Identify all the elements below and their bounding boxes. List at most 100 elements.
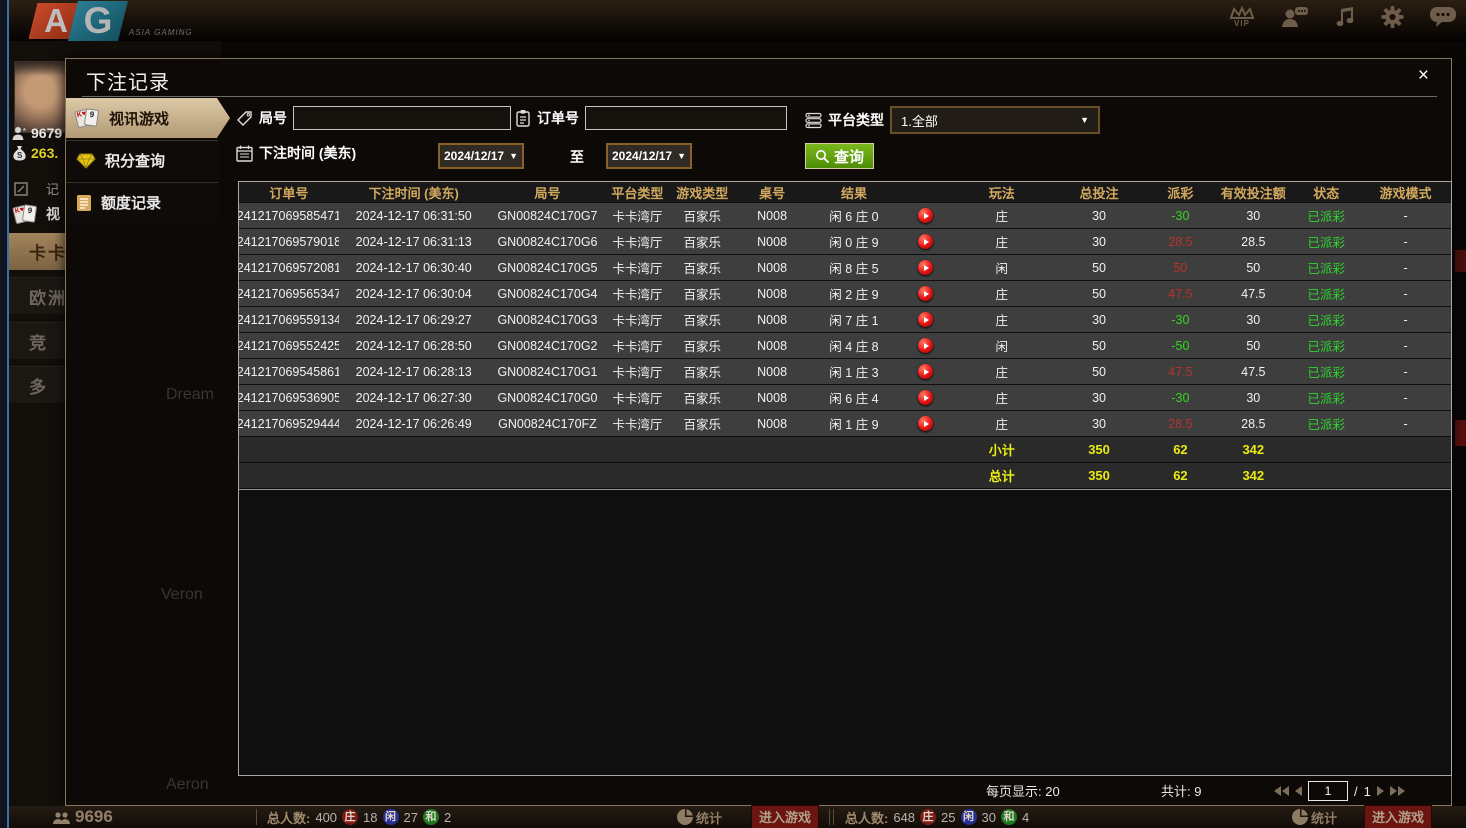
table-row: 241217069565347 2024-12-17 06:30:04 GN0082… — [239, 281, 1451, 306]
date-to-picker[interactable]: 2024/12/17 ▼ — [606, 143, 692, 169]
table-cell: GN00824C170G0 — [497, 390, 598, 405]
avatar[interactable] — [14, 61, 67, 133]
stats-button-right[interactable]: 统计 — [1292, 806, 1337, 828]
table-cell: GN00824C170G1 — [497, 364, 598, 379]
customer-service-icon[interactable] — [1281, 6, 1309, 28]
table-cell: 庄 — [995, 418, 1008, 432]
table-cell: 30 — [1246, 312, 1261, 327]
close-icon[interactable]: × — [1412, 65, 1435, 87]
betting-records-modal: 下注记录 × K♥ 9 视讯游戏 积分查询 额度记录 Dream Veron A… — [65, 58, 1452, 806]
tab-video-games[interactable]: K♥ 9 视讯游戏 — [66, 98, 230, 138]
table-cell: 已派彩 — [1307, 418, 1345, 432]
round-label: 局号 — [259, 110, 287, 126]
table-cell: 已派彩 — [1307, 262, 1345, 276]
table-cell: 百家乐 — [683, 288, 721, 302]
summary-cell — [489, 437, 607, 462]
table-cell: N008 — [757, 338, 788, 353]
search-button[interactable]: 查询 — [805, 143, 875, 169]
music-icon[interactable] — [1335, 6, 1355, 28]
enter-game-right[interactable]: 进入游戏 — [1364, 805, 1433, 828]
table-cell: 卡卡湾厅 — [612, 418, 663, 432]
replay-play-icon[interactable] — [918, 312, 934, 327]
table-cell: 闲 — [995, 340, 1008, 354]
table-cell: 闲 — [995, 262, 1008, 276]
tab-points-query[interactable]: 积分查询 — [66, 140, 218, 180]
table-cell: 卡卡湾厅 — [612, 262, 663, 276]
summary-cell — [736, 437, 808, 462]
stats-button-left[interactable]: 统计 — [677, 806, 722, 828]
last-page-button[interactable] — [1389, 786, 1405, 796]
replay-play-icon[interactable] — [918, 390, 934, 405]
document-icon — [77, 194, 91, 211]
table-cell: 卡卡湾厅 — [612, 314, 663, 328]
replay-play-icon[interactable] — [918, 416, 934, 431]
platform-select[interactable]: 1.全部 ▼ — [890, 106, 1100, 134]
platform-filter: 平台类型 1.全部 ▼ — [805, 106, 1100, 134]
table-cell: 241217069585471 — [239, 208, 339, 223]
logo-letter-g: G — [68, 0, 128, 41]
table-row: 241217069536905 2024-12-17 06:27:30 GN0082… — [239, 385, 1451, 410]
column-header: 结果 — [840, 185, 867, 201]
grand-total-row: 总计 350 62 342 — [239, 463, 1451, 488]
date-from-picker[interactable]: 2024/12/17 ▼ — [438, 143, 524, 169]
table-cell: 47.5 — [1168, 286, 1193, 301]
tab-credit-records[interactable]: 额度记录 — [66, 182, 218, 222]
table-cell: -30 — [1171, 312, 1190, 327]
order-input[interactable] — [585, 106, 787, 130]
table-cell: 已派彩 — [1307, 392, 1345, 406]
table-cell: 闲 6 庄 4 — [829, 392, 879, 406]
replay-play-icon[interactable] — [918, 338, 934, 353]
table-cell: 28.5 — [1168, 234, 1193, 249]
table-cell: - — [1403, 364, 1408, 379]
lobby-balance-row: S 263. — [12, 145, 58, 161]
column-header: 局号 — [534, 185, 561, 201]
summary-cell: 342 — [1242, 442, 1265, 457]
table-cell: -30 — [1171, 208, 1190, 223]
table-cell: 庄 — [995, 392, 1008, 406]
tag-icon — [237, 110, 252, 126]
table-cell: N008 — [757, 390, 788, 405]
summary-cell: 342 — [1242, 468, 1265, 483]
table-cell: 28.5 — [1241, 234, 1266, 249]
bet-records-table: 订单号 下注时间 (美东) 局号 平台类型 游戏类型 桌号 结果 玩法 总投注 派彩 有效投注额 状态… — [238, 181, 1452, 776]
table-cell: - — [1403, 234, 1408, 249]
summary-cell: 350 — [1088, 442, 1110, 457]
order-label: 订单号 — [537, 110, 579, 126]
first-page-button[interactable] — [1274, 786, 1289, 796]
page-number-input[interactable] — [1308, 781, 1348, 801]
banker-badge: 庄 — [342, 809, 359, 825]
lobby-note-row[interactable]: 记 — [14, 179, 59, 198]
table-cell: 庄 — [995, 288, 1008, 302]
enter-game-left[interactable]: 进入游戏 — [751, 805, 820, 828]
svg-text:S: S — [17, 151, 23, 160]
summary-cell — [239, 437, 339, 462]
replay-play-icon[interactable] — [918, 208, 934, 223]
table-cell: 闲 1 庄 9 — [829, 418, 879, 432]
player-badge: 闲 — [382, 809, 399, 825]
lobby-video-row[interactable]: K♥ 9 视 — [12, 204, 60, 225]
replay-cell — [900, 333, 952, 358]
table-cell: 百家乐 — [683, 418, 721, 432]
table-cell: 30 — [1092, 234, 1107, 249]
summary-cell — [736, 463, 808, 488]
divider — [256, 809, 257, 825]
next-page-button[interactable] — [1376, 786, 1384, 796]
replay-play-icon[interactable] — [918, 286, 934, 301]
summary-cell — [900, 437, 952, 462]
replay-play-icon[interactable] — [918, 260, 934, 275]
replay-play-icon[interactable] — [918, 234, 934, 249]
settings-gear-icon[interactable] — [1381, 6, 1404, 28]
chat-bubble-icon[interactable] — [1430, 6, 1456, 28]
table-cell: 闲 7 庄 1 — [829, 314, 879, 328]
summary-cell: 62 — [1173, 442, 1188, 457]
table-cell: 2024-12-17 06:27:30 — [355, 390, 472, 405]
column-header: 总投注 — [1079, 185, 1119, 201]
table-cell: 百家乐 — [683, 210, 721, 224]
title-divider — [82, 96, 1437, 97]
prev-page-button[interactable] — [1295, 786, 1302, 796]
round-input[interactable] — [293, 106, 511, 130]
replay-play-icon[interactable] — [918, 364, 934, 379]
replay-cell — [900, 385, 952, 410]
vip-icon[interactable]: VIP — [1229, 6, 1255, 28]
table-cell: 30 — [1092, 416, 1107, 431]
